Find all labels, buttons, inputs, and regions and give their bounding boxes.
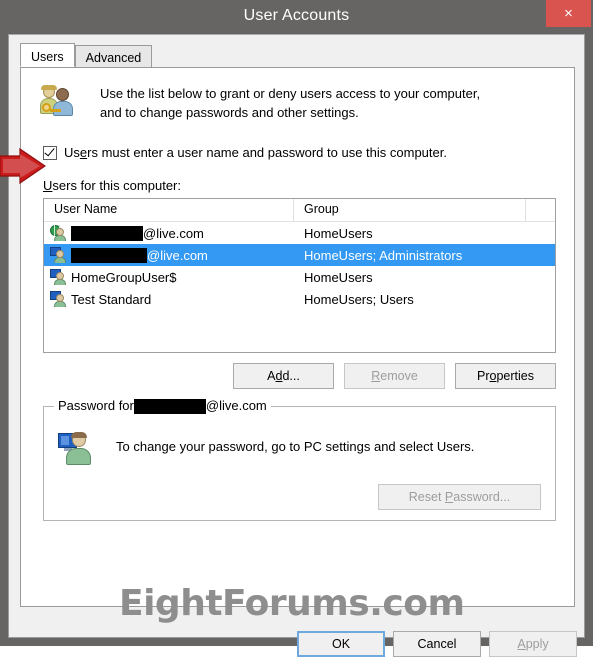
user-name-text: @live.com (143, 225, 204, 241)
cell-group: HomeUsers; Administrators (304, 247, 463, 263)
ok-button[interactable]: OK (297, 631, 385, 657)
watermark: EightForums.com (119, 583, 465, 624)
column-header-spacer[interactable] (526, 199, 555, 222)
listview-header: User Name Group (44, 199, 555, 222)
local-account-icon (50, 291, 67, 307)
reset-password-button: Reset Password... (378, 484, 541, 510)
column-header-group[interactable]: Group (294, 199, 526, 222)
redacted-username-bar (71, 247, 147, 263)
column-header-user-name[interactable]: User Name (44, 199, 294, 222)
description-line-1: Use the list below to grant or deny user… (100, 86, 481, 101)
local-account-icon (50, 247, 67, 263)
tab-advanced[interactable]: Advanced (74, 45, 153, 67)
table-row[interactable]: @live.com HomeUsers (44, 222, 555, 244)
close-icon[interactable]: × (546, 0, 591, 27)
password-info-text: To change your password, go to PC settin… (116, 439, 475, 454)
password-group-title: Password for @live.com (54, 398, 271, 415)
apply-button: Apply (489, 631, 577, 657)
title-bar: User Accounts × (0, 0, 593, 34)
remove-button: Remove (344, 363, 445, 389)
description-block: Use the list below to grant or deny user… (39, 84, 559, 122)
table-row[interactable]: HomeGroupUser$ HomeUsers (44, 266, 555, 288)
password-group-title-prefix: Password for (58, 398, 134, 413)
cell-user-name: @live.com (44, 247, 294, 263)
window-title: User Accounts (243, 7, 350, 24)
require-password-checkbox[interactable]: Users must enter a user name and passwor… (43, 145, 447, 160)
require-password-label: Users must enter a user name and passwor… (64, 145, 447, 160)
users-list-label: Users for this computer: (43, 178, 181, 193)
tab-page-users: Use the list below to grant or deny user… (20, 67, 575, 607)
cell-group: HomeUsers (304, 225, 373, 241)
description-text: Use the list below to grant or deny user… (100, 84, 480, 122)
cancel-button[interactable]: Cancel (393, 631, 481, 657)
local-account-icon (50, 269, 67, 285)
listview-rows: @live.com HomeUsers @live.com HomeUsers; Ad… (44, 222, 555, 310)
redacted-username-bar (133, 399, 206, 415)
user-name-text: Test Standard (71, 291, 152, 307)
cell-group: HomeUsers; Users (304, 291, 414, 307)
password-info-row: To change your password, go to PC settin… (58, 431, 474, 467)
user-name-text: HomeGroupUser$ (71, 269, 177, 285)
pc-user-icon (58, 431, 94, 467)
dialog-body: Use the list below to grant or deny user… (8, 34, 585, 657)
add-button[interactable]: Add... (233, 363, 334, 389)
cell-user-name: HomeGroupUser$ (44, 269, 294, 285)
globe-account-icon (50, 225, 67, 241)
cell-user-name: Test Standard (44, 291, 294, 307)
tab-strip: Users Advanced (20, 43, 575, 67)
list-action-buttons: Add... Remove Properties (233, 363, 556, 389)
red-arrow-annotation (0, 148, 46, 184)
cell-user-name: @live.com (44, 225, 294, 241)
user-accounts-window: User Accounts × Use the list below to gr… (0, 0, 593, 657)
password-group-box: Password for @live.com To change your pas… (43, 398, 556, 521)
user-name-text: @live.com (147, 247, 208, 263)
cell-group: HomeUsers (304, 269, 373, 285)
redacted-username-bar (71, 225, 143, 241)
table-row[interactable]: Test Standard HomeUsers; Users (44, 288, 555, 310)
password-group-title-suffix: @live.com (205, 398, 267, 413)
users-listview[interactable]: User Name Group @live.com HomeUsers @live.… (43, 198, 556, 353)
tab-users[interactable]: Users (20, 43, 75, 67)
dialog-buttons: OK Cancel Apply (297, 631, 577, 657)
table-row[interactable]: @live.com HomeUsers; Administrators (44, 244, 555, 266)
properties-button[interactable]: Properties (455, 363, 556, 389)
users-with-key-icon (39, 84, 75, 118)
description-line-2: and to change passwords and other settin… (100, 105, 359, 120)
